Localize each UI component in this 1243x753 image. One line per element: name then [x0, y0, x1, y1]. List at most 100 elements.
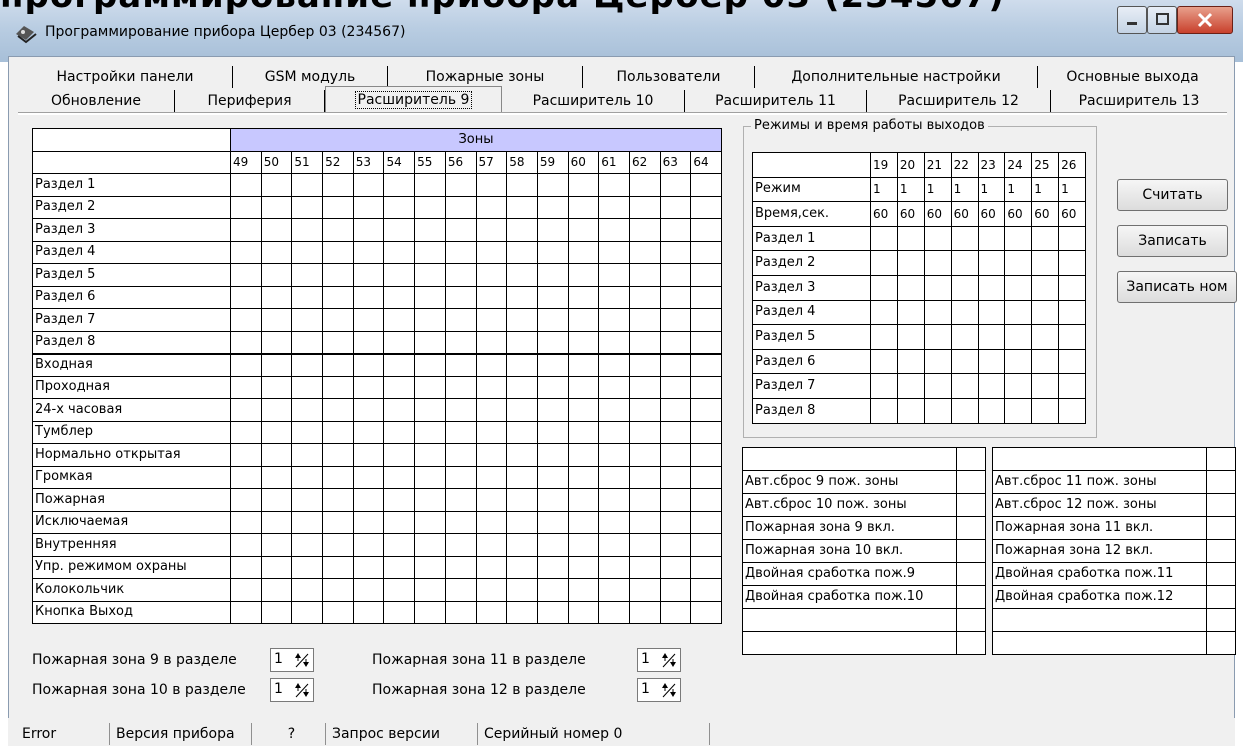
- tab-fire-zones[interactable]: Пожарные зоны: [388, 66, 583, 88]
- fire-option-checkbox[interactable]: [956, 608, 986, 632]
- zone-cell[interactable]: [475, 578, 508, 602]
- zone-cell[interactable]: [260, 555, 293, 579]
- zone-cell[interactable]: [690, 173, 722, 197]
- zone-cell[interactable]: [475, 510, 508, 534]
- zone-cell[interactable]: [567, 510, 600, 534]
- zone-cell[interactable]: [475, 285, 508, 309]
- read-button[interactable]: Считать: [1117, 179, 1228, 211]
- tab-main-outputs[interactable]: Основные выхода: [1038, 66, 1227, 88]
- zone-cell[interactable]: [444, 555, 477, 579]
- output-cell[interactable]: [923, 274, 952, 301]
- zone-cell[interactable]: [475, 195, 508, 219]
- zone-cell[interactable]: [659, 263, 692, 287]
- fire-option-checkbox[interactable]: [1206, 608, 1236, 632]
- zone-cell[interactable]: [383, 218, 416, 242]
- zone-cell[interactable]: [414, 195, 446, 219]
- zone-cell[interactable]: [230, 443, 262, 467]
- zone-cell[interactable]: [506, 555, 538, 579]
- zone-cell[interactable]: [230, 330, 262, 354]
- tab-expander-13[interactable]: Расширитель 13: [1051, 90, 1227, 112]
- zone-cell[interactable]: [536, 533, 569, 557]
- zone-cell[interactable]: [628, 443, 661, 467]
- zone-cell[interactable]: [598, 510, 630, 534]
- zone-cell[interactable]: [260, 173, 293, 197]
- zone-cell[interactable]: [598, 420, 630, 444]
- zone-cell[interactable]: [628, 510, 661, 534]
- zone-cell[interactable]: [352, 308, 385, 332]
- zone-cell[interactable]: [598, 533, 630, 557]
- zone-cell[interactable]: [690, 600, 722, 624]
- zone-cell[interactable]: [598, 488, 630, 512]
- zone-cell[interactable]: [628, 285, 661, 309]
- zone-cell[interactable]: [598, 330, 630, 354]
- zone-cell[interactable]: [322, 420, 354, 444]
- zone-cell[interactable]: [506, 510, 538, 534]
- zone-cell[interactable]: [690, 285, 722, 309]
- zone-cell[interactable]: [598, 352, 630, 377]
- zone-cell[interactable]: [506, 443, 538, 467]
- output-cell[interactable]: [1031, 299, 1060, 326]
- tab-expander-11[interactable]: Расширитель 11: [685, 90, 867, 112]
- output-cell[interactable]: [950, 225, 979, 252]
- fire-option-checkbox[interactable]: [956, 631, 986, 655]
- zone-cell[interactable]: [659, 465, 692, 489]
- fire-option-checkbox[interactable]: [956, 539, 986, 563]
- zone-cell[interactable]: [352, 195, 385, 219]
- zone-cell[interactable]: [322, 578, 354, 602]
- zone-cell[interactable]: [628, 352, 661, 377]
- zone-cell[interactable]: [536, 375, 569, 399]
- output-cell[interactable]: [1058, 299, 1086, 326]
- output-cell[interactable]: [1031, 250, 1060, 276]
- zone-cell[interactable]: [475, 488, 508, 512]
- zone-cell[interactable]: [506, 465, 538, 489]
- zone-cell[interactable]: [475, 600, 508, 624]
- zone-cell[interactable]: [414, 308, 446, 332]
- zone-cell[interactable]: [506, 308, 538, 332]
- zone-cell[interactable]: [230, 465, 262, 489]
- zone-cell[interactable]: [659, 420, 692, 444]
- output-cell[interactable]: [1004, 250, 1033, 276]
- zone-cell[interactable]: [659, 488, 692, 512]
- zone-cell[interactable]: [352, 173, 385, 197]
- zone-cell[interactable]: [414, 218, 446, 242]
- output-value-cell[interactable]: 60: [923, 201, 952, 227]
- zone-cell[interactable]: [475, 240, 508, 264]
- output-cell[interactable]: [1031, 373, 1060, 399]
- zone-cell[interactable]: [322, 263, 354, 287]
- output-cell[interactable]: [1031, 225, 1060, 252]
- fire-option-checkbox[interactable]: [1206, 516, 1236, 540]
- zone-cell[interactable]: [690, 465, 722, 489]
- fire-options-left[interactable]: Авт.сброс 9 пож. зоны Авт.сброс 10 пож. з…: [742, 447, 986, 655]
- output-cell[interactable]: [896, 348, 925, 375]
- zone-cell[interactable]: [475, 443, 508, 467]
- zone-cell[interactable]: [260, 420, 293, 444]
- zone-cell[interactable]: [567, 285, 600, 309]
- output-cell[interactable]: [923, 324, 952, 350]
- zone-cell[interactable]: [352, 285, 385, 309]
- zone-cell[interactable]: [506, 218, 538, 242]
- output-cell[interactable]: [923, 299, 952, 326]
- zone-cell[interactable]: [414, 420, 446, 444]
- zone-cell[interactable]: [506, 398, 538, 422]
- output-cell[interactable]: [896, 373, 925, 399]
- output-cell[interactable]: [923, 373, 952, 399]
- output-cell[interactable]: [1004, 397, 1033, 424]
- zone-cell[interactable]: [506, 533, 538, 557]
- zone-cell[interactable]: [260, 308, 293, 332]
- zone-cell[interactable]: [291, 600, 324, 624]
- output-cell[interactable]: [1004, 324, 1033, 350]
- zone-cell[interactable]: [567, 330, 600, 354]
- zone-cell[interactable]: [230, 578, 262, 602]
- output-cell[interactable]: [950, 348, 979, 375]
- zone-cell[interactable]: [690, 443, 722, 467]
- zone-cell[interactable]: [291, 285, 324, 309]
- output-cell[interactable]: [870, 324, 898, 350]
- zone-cell[interactable]: [598, 398, 630, 422]
- zone-cell[interactable]: [628, 173, 661, 197]
- zone-cell[interactable]: [322, 218, 354, 242]
- zone-cell[interactable]: [230, 240, 262, 264]
- output-cell[interactable]: [896, 324, 925, 350]
- zone-cell[interactable]: [628, 465, 661, 489]
- zone-cell[interactable]: [659, 173, 692, 197]
- zone-cell[interactable]: [352, 330, 385, 354]
